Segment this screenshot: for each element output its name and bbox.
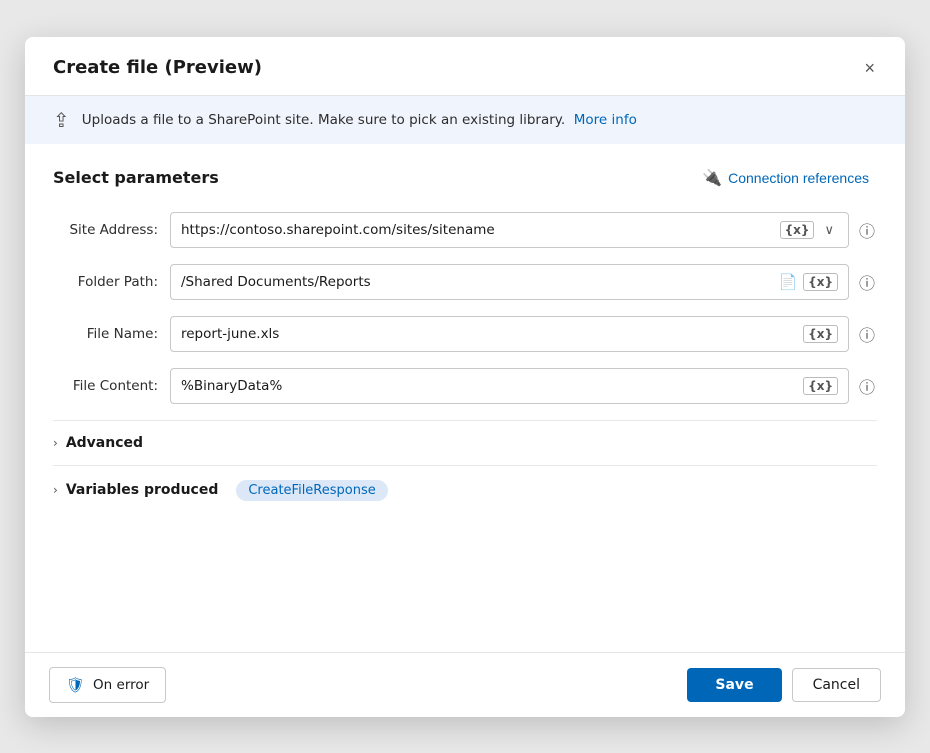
site-address-input-area: {x} ∨	[170, 212, 849, 248]
plug-icon: 🔌	[702, 168, 722, 188]
file-content-badge: {x}	[803, 377, 838, 395]
upload-icon: ⇪	[53, 108, 70, 132]
folder-path-info-button[interactable]: ⓘ	[857, 268, 877, 296]
file-content-label: File Content:	[53, 378, 158, 394]
section-title: Select parameters	[53, 168, 219, 187]
dialog-body: Select parameters 🔌 Connection reference…	[25, 144, 905, 652]
folder-file-icon: 📄	[778, 273, 797, 291]
site-address-info-button[interactable]: ⓘ	[857, 216, 877, 244]
file-name-field-wrapper: {x} ⓘ	[170, 316, 877, 352]
save-button[interactable]: Save	[687, 668, 781, 702]
site-address-field-wrapper: {x} ∨ ⓘ	[170, 212, 877, 248]
folder-path-field-wrapper: 📄 {x} ⓘ	[170, 264, 877, 300]
file-name-input-area: {x}	[170, 316, 849, 352]
advanced-label: Advanced	[66, 435, 143, 451]
divider-1	[53, 420, 877, 421]
file-name-badge: {x}	[803, 325, 838, 343]
info-banner: ⇪ Uploads a file to a SharePoint site. M…	[25, 96, 905, 144]
info-banner-text: Uploads a file to a SharePoint site. Mak…	[82, 112, 637, 128]
connection-references-button[interactable]: 🔌 Connection references	[694, 164, 877, 192]
advanced-section[interactable]: › Advanced	[53, 425, 877, 461]
file-name-row: File Name: {x} ⓘ	[53, 316, 877, 352]
site-address-row: Site Address: {x} ∨ ⓘ	[53, 212, 877, 248]
site-address-input[interactable]	[181, 222, 774, 238]
variable-badge: CreateFileResponse	[236, 480, 387, 501]
dialog-title: Create file (Preview)	[53, 57, 262, 78]
variables-label: Variables produced	[66, 482, 219, 498]
advanced-chevron-icon: ›	[53, 436, 58, 450]
file-content-input-area: {x}	[170, 368, 849, 404]
file-content-info-button[interactable]: ⓘ	[857, 372, 877, 400]
on-error-button[interactable]: 🛡 On error	[49, 667, 166, 703]
site-address-badge: {x}	[780, 221, 815, 239]
shield-icon: 🛡	[66, 676, 85, 694]
file-content-input[interactable]	[181, 378, 797, 394]
file-content-field-wrapper: {x} ⓘ	[170, 368, 877, 404]
section-header: Select parameters 🔌 Connection reference…	[53, 164, 877, 192]
cancel-button[interactable]: Cancel	[792, 668, 881, 702]
variables-section[interactable]: › Variables produced CreateFileResponse	[53, 470, 877, 511]
file-name-info-button[interactable]: ⓘ	[857, 320, 877, 348]
footer-actions: Save Cancel	[687, 668, 881, 702]
divider-2	[53, 465, 877, 466]
site-address-label: Site Address:	[53, 222, 158, 238]
file-name-label: File Name:	[53, 326, 158, 342]
folder-path-label: Folder Path:	[53, 274, 158, 290]
variables-chevron-icon: ›	[53, 483, 58, 497]
file-content-row: File Content: {x} ⓘ	[53, 368, 877, 404]
file-name-input[interactable]	[181, 326, 797, 342]
folder-path-input[interactable]	[181, 274, 772, 290]
more-info-link[interactable]: More info	[574, 112, 637, 128]
folder-path-row: Folder Path: 📄 {x} ⓘ	[53, 264, 877, 300]
folder-path-input-area: 📄 {x}	[170, 264, 849, 300]
dialog-header: Create file (Preview) ×	[25, 37, 905, 96]
site-address-chevron[interactable]: ∨	[820, 220, 838, 240]
folder-path-badge: {x}	[803, 273, 838, 291]
dialog-footer: 🛡 On error Save Cancel	[25, 652, 905, 717]
close-button[interactable]: ×	[858, 55, 881, 81]
create-file-dialog: Create file (Preview) × ⇪ Uploads a file…	[25, 37, 905, 717]
